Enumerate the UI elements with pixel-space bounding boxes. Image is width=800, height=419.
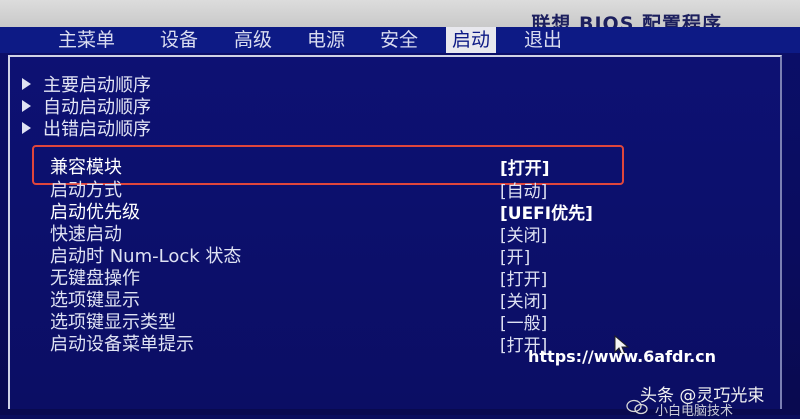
triangle-right-icon: [22, 78, 31, 90]
menu-tab-bar: 主菜单 设备 高级 电源 安全 启动 退出: [0, 27, 800, 53]
wechat-icon: [626, 399, 648, 415]
tab-security[interactable]: 安全: [380, 27, 418, 53]
bios-screen: 联想 BIOS 配置程序 主菜单 设备 高级 电源 安全 启动 退出 主要启动顺…: [0, 0, 800, 419]
setting-boot-menu-prompt-label[interactable]: 启动设备菜单提示: [50, 330, 194, 356]
tab-main[interactable]: 主菜单: [58, 27, 115, 53]
submenu-error-boot-sequence[interactable]: 出错启动顺序: [22, 115, 151, 141]
tab-startup[interactable]: 启动: [446, 27, 497, 53]
tab-exit[interactable]: 退出: [524, 27, 562, 53]
triangle-right-icon: [22, 122, 31, 134]
tab-devices[interactable]: 设备: [160, 27, 198, 53]
triangle-right-icon: [22, 100, 31, 112]
tab-advanced[interactable]: 高级: [234, 27, 272, 53]
submenu-label: 出错启动顺序: [43, 119, 151, 140]
title-band: 联想 BIOS 配置程序: [0, 0, 800, 35]
setting-csm-value[interactable]: [打开]: [500, 154, 550, 179]
url-watermark: https://www.6afdr.cn: [528, 347, 717, 366]
author-subtitle-watermark: 小白电脑技术: [655, 404, 734, 419]
tab-power[interactable]: 电源: [307, 27, 345, 53]
